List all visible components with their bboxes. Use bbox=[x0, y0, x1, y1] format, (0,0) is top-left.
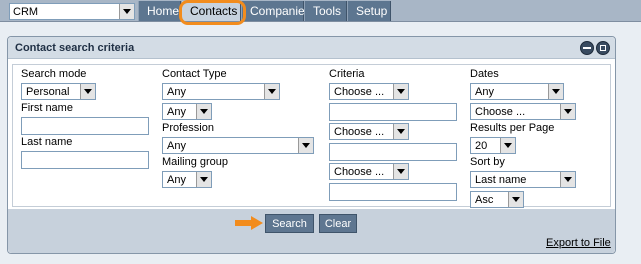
tab-companies-label: Companies bbox=[250, 4, 311, 18]
chevron-down-icon[interactable] bbox=[264, 84, 279, 99]
sort-field-value: Last name bbox=[475, 173, 527, 186]
chevron-down-icon[interactable] bbox=[80, 84, 95, 99]
criteria-select-3[interactable]: Choose ... bbox=[329, 163, 409, 180]
chevron-down-icon[interactable] bbox=[560, 172, 575, 187]
clear-button[interactable]: Clear bbox=[319, 214, 357, 233]
contact-subtype-value: Any bbox=[167, 105, 186, 118]
export-to-file-link[interactable]: Export to File bbox=[546, 237, 611, 249]
minimize-icon[interactable] bbox=[580, 41, 594, 55]
criteria-select-1[interactable]: Choose ... bbox=[329, 83, 409, 100]
search-mode-label: Search mode bbox=[21, 68, 87, 80]
tab-setup-label: Setup bbox=[356, 4, 388, 18]
search-mode-select[interactable]: Personal bbox=[21, 83, 96, 100]
chevron-down-icon[interactable] bbox=[298, 138, 313, 153]
chevron-down-icon[interactable] bbox=[393, 164, 408, 179]
sort-order-select[interactable]: Asc bbox=[470, 191, 524, 208]
criteria-label: Criteria bbox=[329, 68, 365, 80]
criteria-select-3-value: Choose ... bbox=[334, 165, 385, 178]
maximize-icon[interactable] bbox=[596, 41, 610, 55]
criteria-input-3[interactable] bbox=[329, 183, 457, 201]
contact-type-label: Contact Type bbox=[162, 68, 227, 80]
profession-label: Profession bbox=[162, 122, 214, 134]
sort-field-select[interactable]: Last name bbox=[470, 171, 576, 188]
mailing-group-select[interactable]: Any bbox=[162, 171, 212, 188]
last-name-label: Last name bbox=[21, 136, 73, 148]
results-per-page-select[interactable]: 20 bbox=[470, 137, 516, 154]
search-form: Search mode Personal First name Last nam… bbox=[12, 64, 611, 208]
chevron-down-icon[interactable] bbox=[393, 124, 408, 139]
chevron-down-icon[interactable] bbox=[196, 104, 211, 119]
dates-label: Dates bbox=[470, 68, 499, 80]
tab-contacts-label: Contacts bbox=[190, 4, 238, 18]
tab-tools[interactable]: Tools bbox=[304, 1, 347, 21]
dates-range-select[interactable]: Choose ... bbox=[470, 103, 576, 120]
chevron-down-icon[interactable] bbox=[548, 84, 563, 99]
criteria-select-2[interactable]: Choose ... bbox=[329, 123, 409, 140]
criteria-select-1-value: Choose ... bbox=[334, 85, 385, 98]
chevron-down-icon[interactable] bbox=[393, 84, 408, 99]
first-name-input[interactable] bbox=[21, 117, 149, 135]
panel-title: Contact search criteria bbox=[15, 42, 135, 54]
panel-header: Contact search criteria bbox=[8, 37, 615, 59]
contact-subtype-select[interactable]: Any bbox=[162, 103, 212, 120]
search-mode-value: Personal bbox=[26, 85, 70, 98]
contact-search-panel: Contact search criteria Search mode Pers… bbox=[7, 36, 616, 254]
contact-type-value: Any bbox=[167, 85, 186, 98]
mailing-group-label: Mailing group bbox=[162, 156, 229, 168]
contact-type-select[interactable]: Any bbox=[162, 83, 280, 100]
chevron-down-icon[interactable] bbox=[500, 138, 515, 153]
tab-home-label: Home bbox=[147, 4, 180, 18]
sort-by-label: Sort by bbox=[470, 156, 505, 168]
search-button[interactable]: Search bbox=[265, 214, 314, 233]
orange-arrow-icon bbox=[235, 216, 263, 230]
criteria-input-1[interactable] bbox=[329, 103, 457, 121]
chevron-down-icon[interactable] bbox=[560, 104, 575, 119]
tab-setup[interactable]: Setup bbox=[347, 1, 391, 21]
dates-value: Any bbox=[475, 85, 494, 98]
criteria-select-2-value: Choose ... bbox=[334, 125, 385, 138]
main-nav-tabs: Home Contacts Companies Tools Setup bbox=[138, 1, 391, 22]
mailing-group-value: Any bbox=[167, 173, 186, 186]
chevron-down-icon[interactable] bbox=[196, 172, 211, 187]
chevron-down-icon[interactable] bbox=[119, 4, 134, 19]
tab-home[interactable]: Home bbox=[138, 1, 181, 21]
module-select-value: CRM bbox=[13, 5, 39, 18]
first-name-label: First name bbox=[21, 102, 73, 114]
results-per-page-value: 20 bbox=[475, 139, 488, 152]
tab-tools-label: Tools bbox=[313, 4, 342, 18]
profession-select[interactable]: Any bbox=[162, 137, 314, 154]
profession-value: Any bbox=[167, 139, 186, 152]
sort-order-value: Asc bbox=[475, 193, 494, 206]
dates-range-value: Choose ... bbox=[475, 105, 526, 118]
criteria-input-2[interactable] bbox=[329, 143, 457, 161]
panel-footer: Search Clear Export to File bbox=[8, 209, 615, 253]
results-per-page-label: Results per Page bbox=[470, 122, 555, 134]
dates-select[interactable]: Any bbox=[470, 83, 564, 100]
tab-companies[interactable]: Companies bbox=[241, 1, 311, 21]
last-name-input[interactable] bbox=[21, 151, 149, 169]
tab-contacts[interactable]: Contacts bbox=[181, 1, 241, 21]
module-select[interactable]: CRM bbox=[9, 3, 135, 20]
chevron-down-icon[interactable] bbox=[508, 192, 523, 207]
top-navigation-bar: CRM Home Contacts Companies Tools Setup bbox=[0, 0, 641, 22]
